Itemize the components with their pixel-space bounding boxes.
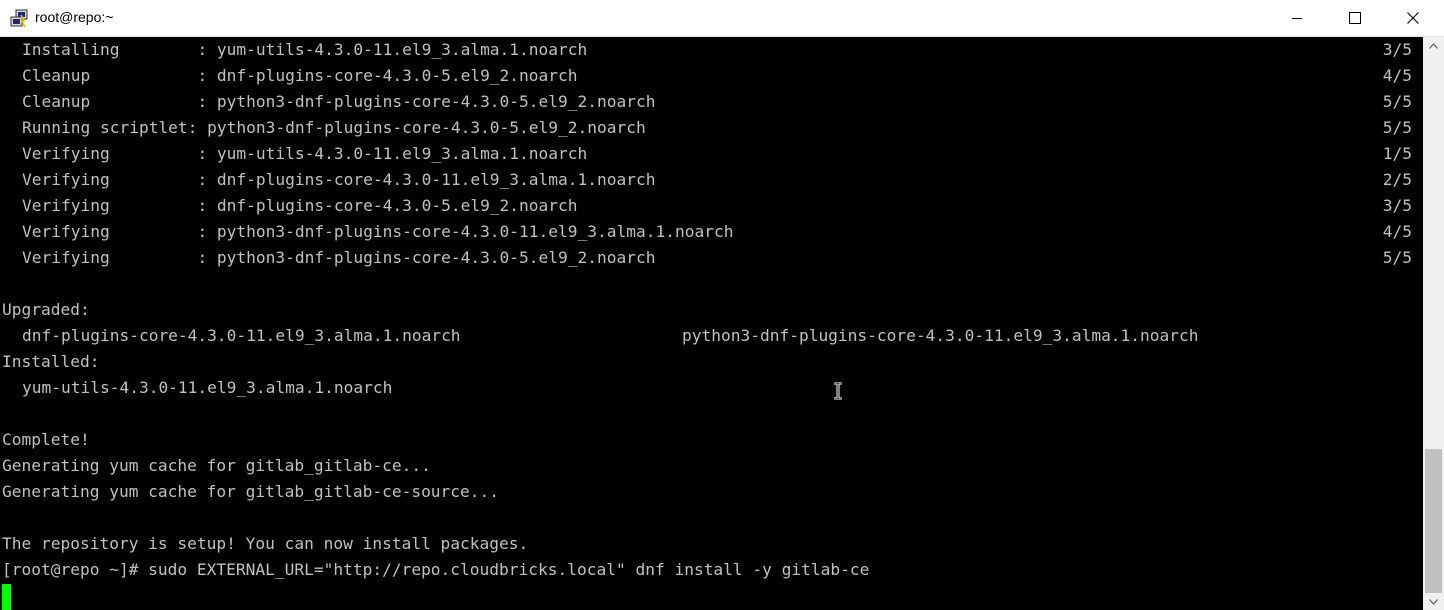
setup-message: The repository is setup! You can now ins… bbox=[2, 534, 529, 553]
installed-label: Installed: bbox=[2, 352, 100, 371]
command-prompt-line: [root@repo ~]# sudo EXTERNAL_URL="http:/… bbox=[2, 560, 870, 579]
transaction-progress: 5/5 bbox=[1382, 92, 1412, 111]
text-cursor bbox=[2, 584, 11, 610]
transaction-line: Cleanup : python3-dnf-plugins-core-4.3.0… bbox=[22, 92, 656, 111]
transaction-line: Verifying : yum-utils-4.3.0-11.el9_3.alm… bbox=[22, 144, 588, 163]
title-bar[interactable]: root@repo:~ bbox=[0, 0, 1444, 37]
upgraded-label: Upgraded: bbox=[2, 300, 90, 319]
transaction-progress: 4/5 bbox=[1382, 222, 1412, 241]
transaction-line: Cleanup : dnf-plugins-core-4.3.0-5.el9_2… bbox=[22, 66, 578, 85]
transaction-progress: 3/5 bbox=[1382, 40, 1412, 59]
maximize-button[interactable] bbox=[1326, 0, 1384, 36]
close-icon bbox=[1407, 12, 1419, 24]
scroll-down-button[interactable] bbox=[1423, 593, 1444, 610]
maximize-icon bbox=[1349, 12, 1361, 24]
cache-line: Generating yum cache for gitlab_gitlab-c… bbox=[2, 482, 500, 501]
close-button[interactable] bbox=[1384, 0, 1442, 36]
upgraded-package: dnf-plugins-core-4.3.0-11.el9_3.alma.1.n… bbox=[22, 326, 461, 345]
installed-package: yum-utils-4.3.0-11.el9_3.alma.1.noarch bbox=[22, 378, 393, 397]
terminal-window: root@repo:~ Installing : yum-utils-4.3.0… bbox=[0, 0, 1444, 610]
transaction-line: Verifying : dnf-plugins-core-4.3.0-11.el… bbox=[22, 170, 656, 189]
mouse-ibeam-icon bbox=[834, 382, 842, 400]
transaction-line: Verifying : python3-dnf-plugins-core-4.3… bbox=[22, 248, 656, 267]
minimize-button[interactable] bbox=[1268, 0, 1326, 36]
terminal-output[interactable]: Installing : yum-utils-4.3.0-11.el9_3.al… bbox=[0, 37, 1423, 610]
transaction-line: Verifying : python3-dnf-plugins-core-4.3… bbox=[22, 222, 734, 241]
window-title: root@repo:~ bbox=[35, 9, 114, 25]
transaction-progress: 1/5 bbox=[1382, 144, 1412, 163]
cache-line: Generating yum cache for gitlab_gitlab-c… bbox=[2, 456, 431, 475]
transaction-progress: 3/5 bbox=[1382, 196, 1412, 215]
transaction-progress: 2/5 bbox=[1382, 170, 1412, 189]
minimize-icon bbox=[1292, 18, 1302, 19]
putty-icon[interactable] bbox=[10, 9, 30, 29]
transaction-line: Installing : yum-utils-4.3.0-11.el9_3.al… bbox=[22, 40, 588, 59]
vertical-scrollbar[interactable] bbox=[1423, 37, 1444, 610]
scroll-up-button[interactable] bbox=[1423, 37, 1444, 54]
upgraded-package: python3-dnf-plugins-core-4.3.0-11.el9_3.… bbox=[682, 326, 1199, 345]
complete-message: Complete! bbox=[2, 430, 90, 449]
transaction-line: Running scriptlet: python3-dnf-plugins-c… bbox=[22, 118, 646, 137]
transaction-progress: 4/5 bbox=[1382, 66, 1412, 85]
transaction-progress: 5/5 bbox=[1382, 118, 1412, 137]
arrow-up-icon bbox=[1429, 42, 1438, 49]
transaction-line: Verifying : dnf-plugins-core-4.3.0-5.el9… bbox=[22, 196, 578, 215]
arrow-down-icon bbox=[1429, 598, 1438, 605]
transaction-progress: 5/5 bbox=[1382, 248, 1412, 267]
scrollbar-thumb[interactable] bbox=[1425, 449, 1442, 593]
